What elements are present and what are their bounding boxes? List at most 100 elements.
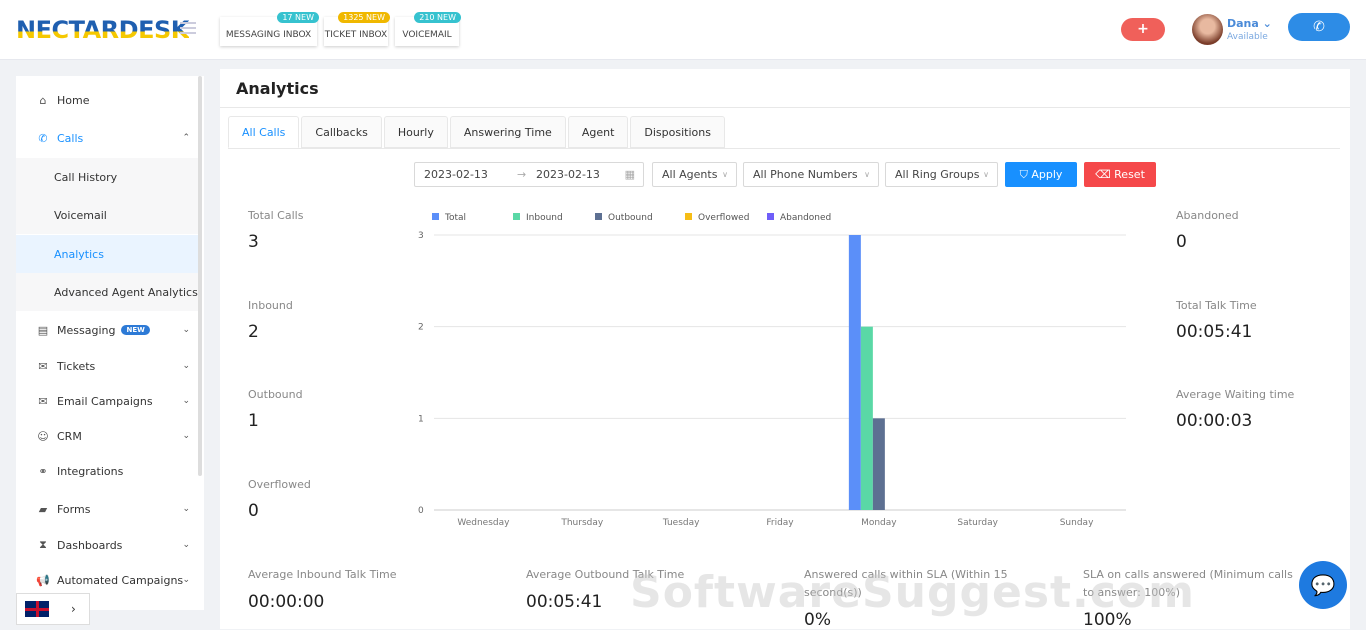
sidebar-item-label: Automated Campaigns	[57, 573, 184, 587]
sidebar-item-advanced-agent-analytics[interactable]: Advanced Agent Analytics	[16, 273, 202, 311]
forms-icon: ▰	[38, 502, 48, 516]
legend-label: Outbound	[608, 213, 653, 223]
messaging-icon: ▤	[37, 323, 49, 337]
legend-label: Inbound	[526, 213, 563, 223]
chevron-down-icon: ⌄	[182, 361, 190, 371]
sidebar-item-label: Dashboards	[57, 538, 123, 552]
sidebar-item-label: Voicemail	[54, 208, 107, 222]
sidebar-item-voicemail[interactable]: Voicemail	[16, 196, 202, 234]
sidebar-scrollbar[interactable]	[198, 76, 202, 476]
sidebar-item-label: Advanced Agent Analytics	[54, 285, 198, 299]
sidebar-item-label: Messaging	[57, 323, 116, 337]
sidebar-item-call-history[interactable]: Call History	[16, 158, 202, 196]
chevron-down-icon: ⌄	[182, 325, 190, 335]
phone-button[interactable]: ✆	[1288, 13, 1350, 41]
legend-swatch	[767, 213, 774, 220]
sidebar-item-dashboards[interactable]: ⧗ Dashboards ⌄	[16, 536, 202, 554]
sidebar-item-analytics[interactable]: Analytics	[16, 235, 202, 273]
chevron-up-icon: ⌃	[182, 133, 190, 143]
chevron-down-icon: ⌄	[182, 540, 190, 550]
user-name-text: Dana	[1227, 17, 1259, 30]
stat-value: 00:05:41	[526, 592, 603, 612]
user-name[interactable]: Dana ⌄	[1227, 17, 1272, 30]
sidebar-item-home[interactable]: ⌂ Home	[16, 91, 202, 109]
sidebar-item-label: CRM	[57, 429, 82, 443]
sidebar-item-forms[interactable]: ▰ Forms ⌄	[16, 500, 202, 518]
bar-total	[848, 235, 861, 510]
sidebar-item-label: Tickets	[57, 359, 96, 373]
watermark: SoftwareSuggest.com	[630, 567, 1195, 618]
sidebar-item-label: Calls	[57, 131, 84, 145]
tickets-icon: ✉	[38, 359, 48, 373]
ticket-inbox-button[interactable]: TICKET INBOX 1325 NEW	[324, 12, 390, 46]
inbox-label: MESSAGING INBOX	[225, 30, 312, 40]
sidebar-item-messaging[interactable]: ▤ Messaging NEW ⌄	[16, 321, 202, 339]
x-tick-label: Friday	[766, 518, 794, 528]
integrations-icon: ⚭	[38, 464, 48, 478]
legend-label: Total	[444, 213, 466, 223]
legend-label: Abandoned	[780, 213, 831, 223]
chevron-down-icon: ⌄	[182, 396, 190, 406]
inbox-badge: 17 NEW	[277, 12, 319, 23]
inbox-label: TICKET INBOX	[324, 30, 388, 40]
calls-icon: ✆	[38, 131, 48, 145]
logo[interactable]: NECTARDESK	[16, 16, 189, 44]
y-tick-label: 1	[418, 414, 424, 424]
sidebar-item-integrations[interactable]: ⚭ Integrations	[16, 462, 202, 480]
sidebar-item-label: Analytics	[54, 247, 104, 261]
inbox-badge: 210 NEW	[414, 12, 461, 23]
sidebar-item-label: Email Campaigns	[57, 394, 153, 408]
voicemail-button[interactable]: VOICEMAIL 210 NEW	[395, 12, 461, 46]
x-tick-label: Thursday	[560, 518, 604, 528]
bar-inbound	[860, 326, 873, 510]
sidebar-item-crm[interactable]: ☺ CRM ⌄	[16, 427, 202, 445]
y-tick-label: 0	[418, 506, 424, 516]
sidebar-item-label: Forms	[57, 502, 91, 516]
chevron-down-icon: ⌄	[182, 431, 190, 441]
x-tick-label: Wednesday	[457, 518, 510, 528]
inbox-label: VOICEMAIL	[402, 30, 452, 40]
legend-swatch	[513, 213, 520, 220]
x-tick-label: Monday	[861, 518, 897, 528]
chat-button[interactable]: 💬	[1299, 561, 1347, 609]
user-status: Available	[1227, 32, 1268, 42]
legend-swatch	[595, 213, 602, 220]
chat-icon: 💬	[1310, 573, 1336, 597]
analytics-panel: Analytics All Calls Callbacks Hourly Answer…	[220, 69, 1350, 630]
sidebar: ⌂ Home ✆ Calls ⌃ Call History Voicemail Analyti…	[16, 76, 204, 610]
language-selector[interactable]: ›	[16, 593, 90, 625]
add-button[interactable]: +	[1121, 18, 1165, 41]
sidebar-item-label: Integrations	[57, 464, 124, 478]
y-tick-label: 3	[418, 231, 424, 241]
y-tick-label: 2	[418, 323, 424, 333]
sidebar-item-automated-campaigns[interactable]: 📢 Automated Campaigns ⌄	[16, 571, 202, 589]
legend-swatch	[432, 213, 439, 220]
sidebar-item-email-campaigns[interactable]: ✉ Email Campaigns ⌄	[16, 392, 202, 410]
sidebar-item-label: Call History	[54, 170, 118, 184]
top-bar: NECTARDESK MESSAGING INBOX 17 NEW TICKET …	[0, 0, 1366, 60]
chevron-down-icon: ⌄	[182, 575, 190, 585]
sidebar-item-calls[interactable]: ✆ Calls ⌃	[16, 129, 202, 147]
chevron-down-icon: ⌄	[182, 504, 190, 514]
bar-outbound	[872, 418, 885, 510]
automated-campaigns-icon: 📢	[36, 573, 50, 587]
crm-icon: ☺	[37, 429, 49, 443]
stat-value: 00:00:00	[248, 592, 325, 612]
uk-flag-icon	[25, 601, 49, 617]
avatar[interactable]	[1192, 14, 1223, 45]
home-icon: ⌂	[39, 93, 47, 107]
inbox-badge: 1325 NEW	[338, 12, 390, 23]
chevron-right-icon: ›	[71, 602, 76, 616]
chevron-down-icon: ⌄	[1262, 17, 1272, 30]
menu-icon[interactable]	[180, 22, 196, 34]
x-tick-label: Sunday	[1060, 518, 1094, 528]
dashboards-icon: ⧗	[39, 538, 47, 551]
messaging-inbox-button[interactable]: MESSAGING INBOX 17 NEW	[220, 12, 319, 46]
stat-label: Average Inbound Talk Time	[248, 568, 397, 581]
sidebar-item-tickets[interactable]: ✉ Tickets ⌄	[16, 357, 202, 375]
sidebar-item-label: Home	[57, 93, 90, 107]
email-campaigns-icon: ✉	[38, 394, 48, 408]
legend-swatch	[685, 213, 692, 220]
x-tick-label: Saturday	[957, 518, 998, 528]
x-tick-label: Tuesday	[662, 518, 700, 528]
